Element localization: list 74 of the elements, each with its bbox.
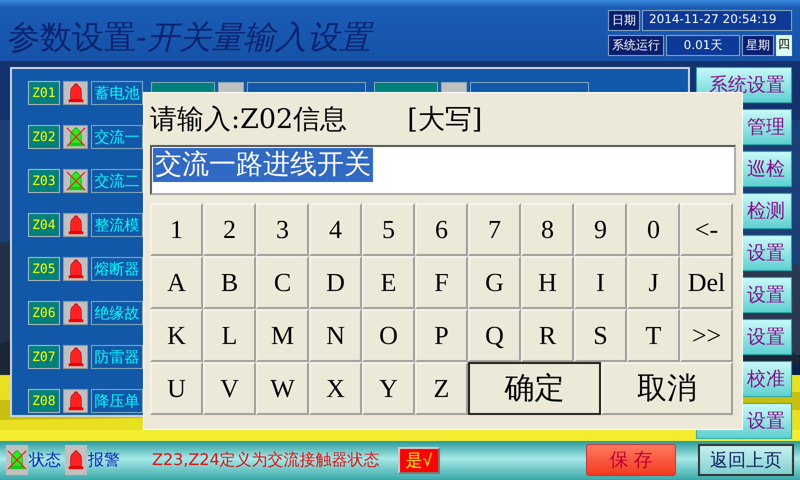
key-button[interactable]: R: [521, 309, 574, 362]
note-text: Z23,Z24定义为交流接触器状态: [152, 450, 380, 471]
key-button[interactable]: Y: [362, 362, 415, 415]
key-button[interactable]: 0: [627, 203, 680, 256]
key-button[interactable]: A: [150, 256, 203, 309]
key-button[interactable]: V: [203, 362, 256, 415]
back-button[interactable]: 返回上页: [698, 444, 794, 476]
date-label: 日期: [608, 10, 640, 31]
key-button[interactable]: H: [521, 256, 574, 309]
disabled-bell-icon: [64, 170, 87, 192]
key-button[interactable]: U: [150, 362, 203, 415]
key-button[interactable]: G: [468, 256, 521, 309]
key-button[interactable]: J: [627, 256, 680, 309]
key-button[interactable]: N: [309, 309, 362, 362]
key-button[interactable]: Z: [415, 362, 468, 415]
key-button[interactable]: 9: [574, 203, 627, 256]
legend-label: 报警: [88, 450, 120, 471]
key-button[interactable]: O: [362, 309, 415, 362]
key-button[interactable]: F: [415, 256, 468, 309]
key-button[interactable]: I: [574, 256, 627, 309]
key-button[interactable]: B: [203, 256, 256, 309]
dialog-prompt: 请输入:Z02信息: [150, 103, 348, 137]
date-time: 2014-11-27 20:54:19: [642, 10, 792, 31]
input-code: Z07: [28, 345, 60, 370]
input-name[interactable]: 整流模: [91, 213, 143, 238]
key-button[interactable]: 2: [203, 203, 256, 256]
key-button[interactable]: L: [203, 309, 256, 362]
key-button[interactable]: 3: [256, 203, 309, 256]
key-button[interactable]: <-: [680, 203, 733, 256]
weekday-value: 四: [776, 35, 792, 56]
confirm-button[interactable]: 确定: [468, 362, 600, 415]
key-button[interactable]: K: [150, 309, 203, 362]
key-button[interactable]: X: [309, 362, 362, 415]
input-code: Z03: [28, 169, 60, 194]
key-button[interactable]: S: [574, 309, 627, 362]
cancel-button[interactable]: 取消: [600, 362, 733, 415]
text-input-field[interactable]: 交流一路进线开关: [150, 145, 736, 195]
key-button[interactable]: M: [256, 309, 309, 362]
key-button[interactable]: 5: [362, 203, 415, 256]
input-code: Z06: [28, 301, 60, 326]
key-button[interactable]: >>: [680, 309, 733, 362]
input-name[interactable]: 交流二: [91, 169, 143, 194]
weekday-label: 星期: [742, 35, 774, 56]
toggle-button[interactable]: 是√: [398, 446, 440, 474]
key-button[interactable]: 6: [415, 203, 468, 256]
key-button[interactable]: 7: [468, 203, 521, 256]
key-button[interactable]: W: [256, 362, 309, 415]
input-code: Z05: [28, 257, 60, 282]
key-button[interactable]: Q: [468, 309, 521, 362]
input-code: Z08: [28, 389, 60, 414]
input-name[interactable]: 防雷器: [91, 345, 143, 370]
input-name[interactable]: 交流一: [91, 125, 143, 150]
key-button[interactable]: 8: [521, 203, 574, 256]
key-button[interactable]: D: [309, 256, 362, 309]
runtime-value: 0.01天: [666, 35, 740, 56]
input-name[interactable]: 绝缘故: [91, 301, 143, 326]
input-code: Z02: [28, 125, 60, 150]
key-button[interactable]: P: [415, 309, 468, 362]
disabled-bell-icon: [64, 126, 87, 148]
case-mode: [大写]: [407, 103, 482, 137]
disabled-bell-icon: [6, 449, 28, 472]
key-button[interactable]: E: [362, 256, 415, 309]
input-code: Z04: [28, 213, 60, 238]
input-name[interactable]: 降压单: [91, 389, 143, 414]
input-name[interactable]: 熔断器: [91, 257, 143, 282]
input-name[interactable]: 蓄电池: [91, 81, 143, 106]
key-button[interactable]: T: [627, 309, 680, 362]
key-button[interactable]: 1: [150, 203, 203, 256]
key-button[interactable]: Del: [680, 256, 733, 309]
runtime-label: 系统运行: [608, 35, 664, 56]
key-button[interactable]: 4: [309, 203, 362, 256]
legend-label: 状态: [29, 450, 61, 471]
key-button[interactable]: C: [256, 256, 309, 309]
input-code: Z01: [28, 81, 60, 106]
